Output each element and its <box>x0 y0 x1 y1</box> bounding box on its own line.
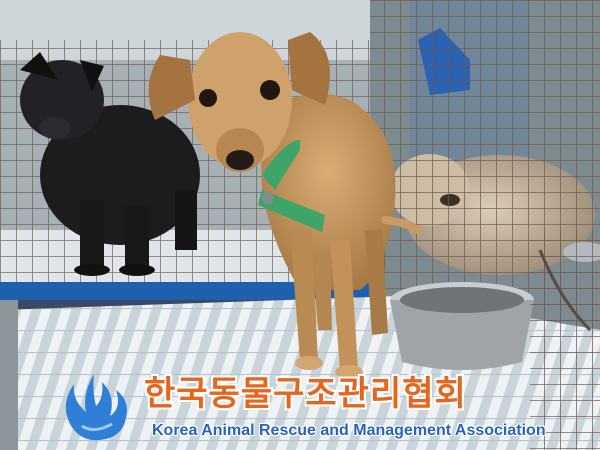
left-bowl <box>0 300 18 450</box>
watermark: 한국동물구조관리협회 Korea Animal Rescue and Manag… <box>52 364 592 448</box>
watermark-korean-text: 한국동물구조관리협회 <box>144 374 467 414</box>
water-bowl <box>390 282 534 370</box>
watermark-english-text: Korea Animal Rescue and Management Assoc… <box>152 422 546 439</box>
photo-scene: 한국동물구조관리협회 Korea Animal Rescue and Manag… <box>0 0 600 450</box>
blue-flame-logo-icon <box>65 374 127 441</box>
